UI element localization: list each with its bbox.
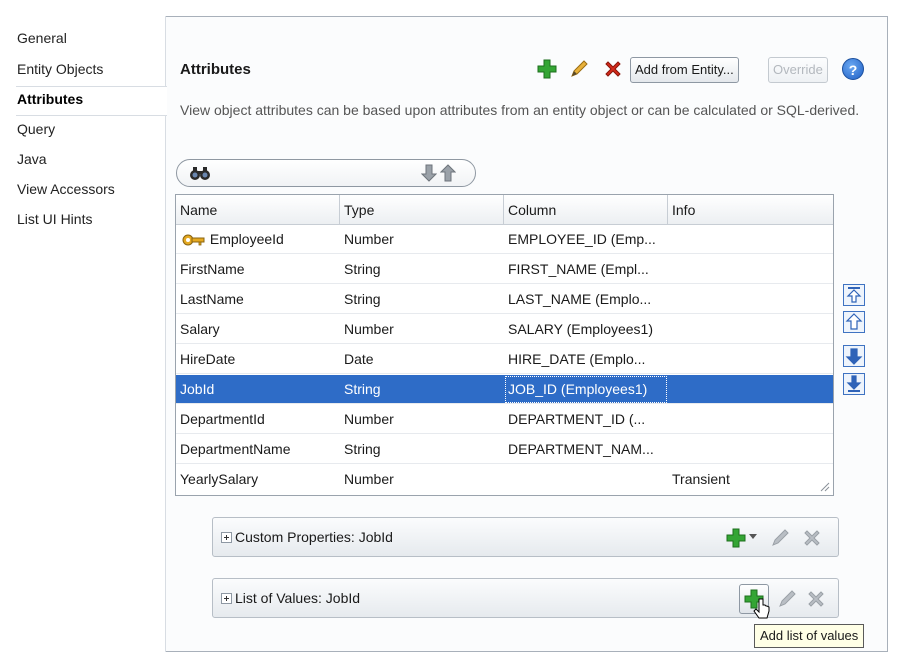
move-to-bottom-icon <box>843 373 865 395</box>
table-row[interactable]: DepartmentId Number DEPARTMENT_ID (... <box>176 405 833 434</box>
move-down-icon <box>843 345 865 367</box>
find-next-icon[interactable] <box>421 164 437 182</box>
mouse-pointer-icon <box>753 598 770 619</box>
add-attribute-button[interactable] <box>536 58 558 80</box>
row-column: DEPARTMENT_NAM... <box>508 441 654 457</box>
sidebar-item-java[interactable]: Java <box>17 151 47 167</box>
row-column: JOB_ID (Employees1) <box>504 375 668 404</box>
move-to-top-icon <box>843 284 865 306</box>
row-type: String <box>344 381 381 397</box>
row-type: Date <box>344 351 374 367</box>
row-name: Salary <box>180 321 220 337</box>
row-type: Number <box>344 411 394 427</box>
row-info <box>668 435 833 464</box>
delete-attribute-button[interactable] <box>602 58 624 80</box>
page-title: Attributes <box>180 61 251 78</box>
move-down-button[interactable] <box>843 345 865 367</box>
row-type: Number <box>344 471 394 487</box>
row-type: Number <box>344 231 394 247</box>
help-icon[interactable]: ? <box>842 58 864 80</box>
row-column: HIRE_DATE (Emplo... <box>508 351 646 367</box>
tooltip: Add list of values <box>754 624 865 648</box>
row-name: FirstName <box>180 261 245 277</box>
row-name: LastName <box>180 291 244 307</box>
row-type: Number <box>344 321 394 337</box>
table-row[interactable]: DepartmentName String DEPARTMENT_NAM... <box>176 435 833 464</box>
row-name: DepartmentName <box>180 441 291 457</box>
column-header-name[interactable]: Name <box>176 195 340 224</box>
row-column <box>504 465 668 494</box>
pencil-icon <box>571 60 588 77</box>
row-name: HireDate <box>180 351 236 367</box>
table-row[interactable]: HireDate Date HIRE_DATE (Emplo... <box>176 345 833 374</box>
delete-x-icon <box>605 61 621 77</box>
table-row[interactable]: FirstName String FIRST_NAME (Empl... <box>176 255 833 284</box>
row-type: String <box>344 441 381 457</box>
row-column: SALARY (Employees1) <box>508 321 653 337</box>
override-button[interactable]: Override <box>768 57 828 83</box>
row-info <box>668 255 833 284</box>
move-to-bottom-button[interactable] <box>843 373 865 395</box>
list-of-values-label[interactable]: List of Values: JobId <box>235 579 360 617</box>
row-info <box>668 225 833 254</box>
column-header-type[interactable]: Type <box>340 195 504 224</box>
custom-properties-panel: Custom Properties: JobId <box>212 517 839 557</box>
page-description: View object attributes can be based upon… <box>180 102 860 118</box>
expand-list-of-values-icon[interactable] <box>221 593 232 604</box>
sidebar-item-entity-objects[interactable]: Entity Objects <box>17 61 103 77</box>
pencil-icon[interactable] <box>776 588 798 610</box>
table-row[interactable]: LastName String LAST_NAME (Emplo... <box>176 285 833 314</box>
delete-x-icon[interactable] <box>805 588 827 610</box>
custom-properties-label[interactable]: Custom Properties: JobId <box>235 518 393 556</box>
table-row[interactable]: EmployeeId Number EMPLOYEE_ID (Emp... <box>176 225 833 254</box>
row-info <box>668 375 833 404</box>
column-header-info[interactable]: Info <box>668 195 833 224</box>
row-name: DepartmentId <box>180 411 265 427</box>
sidebar-item-attributes[interactable]: Attributes <box>17 91 83 107</box>
row-column: DEPARTMENT_ID (... <box>508 411 646 427</box>
add-from-entity-button[interactable]: Add from Entity... <box>630 57 739 83</box>
sidebar-item-query[interactable]: Query <box>17 121 55 137</box>
sidebar-item-list-ui-hints[interactable]: List UI Hints <box>17 211 92 227</box>
sidebar-item-view-accessors[interactable]: View Accessors <box>17 181 115 197</box>
table-row[interactable]: Salary Number SALARY (Employees1) <box>176 315 833 344</box>
row-name: JobId <box>180 381 215 397</box>
binoculars-icon <box>190 167 210 180</box>
edit-attribute-button[interactable] <box>568 58 590 80</box>
pencil-icon[interactable] <box>769 527 791 549</box>
row-info <box>668 345 833 374</box>
column-header-column[interactable]: Column <box>504 195 668 224</box>
row-name: EmployeeId <box>209 231 284 247</box>
table-row-selected[interactable]: JobId String JOB_ID (Employees1) <box>176 375 833 404</box>
add-property-icon[interactable] <box>725 527 747 549</box>
row-info <box>668 315 833 344</box>
find-previous-icon[interactable] <box>440 164 456 182</box>
row-column: LAST_NAME (Emplo... <box>508 291 652 307</box>
row-type: String <box>344 291 381 307</box>
table-row[interactable]: YearlySalary Number Transient <box>176 465 833 494</box>
row-info: Transient <box>672 471 730 487</box>
sidebar-item-general[interactable]: General <box>17 30 67 46</box>
move-up-icon <box>843 311 865 333</box>
list-of-values-panel: List of Values: JobId <box>212 578 839 618</box>
row-column: FIRST_NAME (Empl... <box>508 261 649 277</box>
primary-key-icon <box>182 234 205 246</box>
chevron-down-icon[interactable] <box>749 534 757 540</box>
move-to-top-button[interactable] <box>843 284 865 306</box>
resize-grip-icon[interactable] <box>818 480 830 492</box>
table-header: Name Type Column Info <box>176 195 833 225</box>
attributes-table: Name Type Column Info EmployeeId Number … <box>175 194 834 496</box>
plus-icon <box>537 59 557 79</box>
row-info <box>668 285 833 314</box>
row-type: String <box>344 261 381 277</box>
move-up-button[interactable] <box>843 311 865 333</box>
row-info <box>668 405 833 434</box>
delete-x-icon[interactable] <box>801 527 823 549</box>
row-column: EMPLOYEE_ID (Emp... <box>508 231 656 247</box>
row-name: YearlySalary <box>180 471 259 487</box>
find-bar[interactable] <box>176 159 476 187</box>
expand-custom-properties-icon[interactable] <box>221 532 232 543</box>
